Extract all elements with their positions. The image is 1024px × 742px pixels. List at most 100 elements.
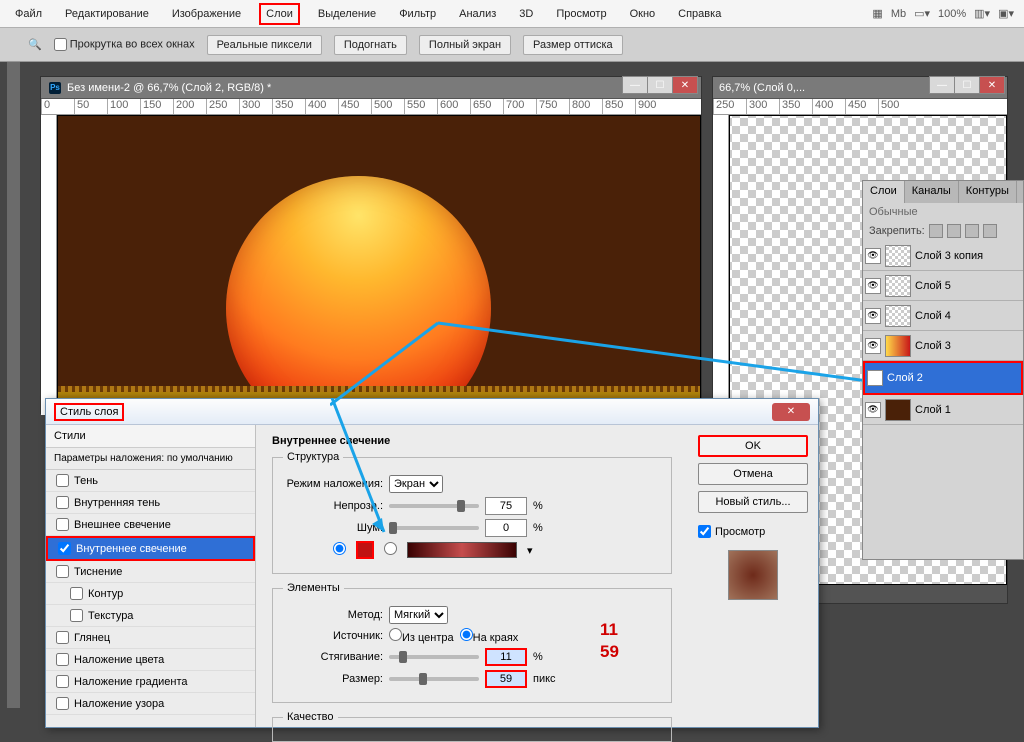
choke-value[interactable]: 11 <box>485 648 527 666</box>
glow-color-swatch[interactable] <box>356 541 374 559</box>
dialog-titlebar[interactable]: Стиль слоя ✕ <box>46 399 818 425</box>
maximize-icon[interactable]: ☐ <box>647 76 673 94</box>
menu-file[interactable]: Файл <box>10 5 47 23</box>
preview-checkbox[interactable] <box>698 525 711 538</box>
layer-thumbnail[interactable] <box>885 245 911 267</box>
layer-row[interactable]: 👁Слой 1 <box>863 395 1023 425</box>
layer-thumbnail[interactable] <box>885 305 911 327</box>
visibility-icon[interactable]: 👁 <box>867 370 883 386</box>
toolbar-icon[interactable]: ▣▾ <box>998 7 1014 20</box>
layer-name: Слой 3 копия <box>915 250 983 262</box>
menu-edit[interactable]: Редактирование <box>60 5 154 23</box>
layer-name: Слой 2 <box>887 372 923 384</box>
style-gradient-overlay[interactable]: Наложение градиента <box>46 671 255 693</box>
defaults-header[interactable]: Параметры наложения: по умолчанию <box>46 448 255 470</box>
scroll-all-windows[interactable]: Прокрутка во всех окнах <box>54 38 195 51</box>
layer-row-selected[interactable]: 👁 Слой 2 <box>863 361 1023 395</box>
toolbar-icon[interactable]: ▥▾ <box>974 7 990 20</box>
visibility-icon[interactable]: 👁 <box>865 278 881 294</box>
style-inner-glow[interactable]: Внутреннее свечение <box>46 536 255 561</box>
print-size-button[interactable]: Размер оттиска <box>523 35 623 55</box>
minimize-icon[interactable]: — <box>929 76 955 94</box>
lock-position-icon[interactable] <box>965 224 979 238</box>
zoom-level[interactable]: 100% <box>938 8 966 20</box>
size-value[interactable]: 59 <box>485 670 527 688</box>
document-title: 66,7% (Слой 0,... <box>719 82 805 94</box>
layer-row[interactable]: 👁Слой 3 <box>863 331 1023 361</box>
menu-window[interactable]: Окно <box>625 5 661 23</box>
fit-screen-button[interactable]: Подогнать <box>334 35 407 55</box>
tab-channels[interactable]: Каналы <box>905 181 959 203</box>
full-screen-button[interactable]: Полный экран <box>419 35 511 55</box>
style-bevel[interactable]: Тиснение <box>46 561 255 583</box>
choke-slider[interactable] <box>389 655 479 659</box>
toolbox-strip[interactable] <box>7 28 20 708</box>
tab-layers[interactable]: Слои <box>863 181 905 203</box>
glow-gradient[interactable] <box>407 542 517 558</box>
blend-mode-select[interactable]: Обычные <box>869 206 918 218</box>
canvas[interactable] <box>57 115 701 415</box>
menu-layers[interactable]: Слои <box>259 3 300 25</box>
actual-pixels-button[interactable]: Реальные пиксели <box>207 35 322 55</box>
style-satin[interactable]: Глянец <box>46 627 255 649</box>
lock-pixels-icon[interactable] <box>947 224 961 238</box>
cancel-button[interactable]: Отмена <box>698 463 808 485</box>
lock-transparency-icon[interactable] <box>929 224 943 238</box>
noise-value[interactable]: 0 <box>485 519 527 537</box>
close-icon[interactable]: ✕ <box>979 76 1005 94</box>
style-contour[interactable]: Контур <box>46 583 255 605</box>
ok-button[interactable]: OK <box>698 435 808 457</box>
style-pattern-overlay[interactable]: Наложение узора <box>46 693 255 715</box>
style-drop-shadow[interactable]: Тень <box>46 470 255 492</box>
noise-slider[interactable] <box>389 526 479 530</box>
style-inner-shadow[interactable]: Внутренняя тень <box>46 492 255 514</box>
inner-glow-title: Внутреннее свечение <box>272 435 672 447</box>
menu-view[interactable]: Просмотр <box>551 5 611 23</box>
method-select[interactable]: Мягкий <box>389 606 448 624</box>
document-titlebar[interactable]: 66,7% (Слой 0,... — ☐ ✕ <box>713 77 1007 99</box>
close-icon[interactable]: ✕ <box>772 403 810 421</box>
toolbar-icon[interactable]: ▭▾ <box>914 7 930 20</box>
visibility-icon[interactable]: 👁 <box>865 248 881 264</box>
menu-3d[interactable]: 3D <box>514 5 538 23</box>
opacity-value[interactable]: 75 <box>485 497 527 515</box>
style-color-overlay[interactable]: Наложение цвета <box>46 649 255 671</box>
opacity-slider[interactable] <box>389 504 479 508</box>
style-texture[interactable]: Текстура <box>46 605 255 627</box>
layer-row[interactable]: 👁Слой 5 <box>863 271 1023 301</box>
minimize-icon[interactable]: — <box>622 76 648 94</box>
toolbar-icon[interactable]: Mb <box>891 8 906 20</box>
tab-paths[interactable]: Контуры <box>959 181 1017 203</box>
gradient-radio[interactable] <box>384 542 397 558</box>
lock-all-icon[interactable] <box>983 224 997 238</box>
menu-select[interactable]: Выделение <box>313 5 381 23</box>
style-outer-glow[interactable]: Внешнее свечение <box>46 514 255 536</box>
layer-thumbnail[interactable] <box>885 335 911 357</box>
visibility-icon[interactable]: 👁 <box>865 308 881 324</box>
preview-label: Просмотр <box>715 526 765 538</box>
maximize-icon[interactable]: ☐ <box>954 76 980 94</box>
new-style-button[interactable]: Новый стиль... <box>698 491 808 513</box>
menu-analysis[interactable]: Анализ <box>454 5 501 23</box>
visibility-icon[interactable]: 👁 <box>865 402 881 418</box>
toolbar-icon[interactable]: ▦ <box>872 7 882 20</box>
menu-image[interactable]: Изображение <box>167 5 246 23</box>
layer-row[interactable]: 👁 Слой 3 копия <box>863 241 1023 271</box>
styles-header[interactable]: Стили <box>46 425 255 448</box>
elements-legend: Элементы <box>283 582 344 594</box>
visibility-icon[interactable]: 👁 <box>865 338 881 354</box>
menu-help[interactable]: Справка <box>673 5 726 23</box>
menu-filter[interactable]: Фильтр <box>394 5 441 23</box>
source-edge-radio[interactable]: На краях <box>460 628 519 644</box>
layer-thumbnail[interactable] <box>885 399 911 421</box>
document-titlebar[interactable]: Ps Без имени-2 @ 66,7% (Слой 2, RGB/8) *… <box>41 77 701 99</box>
close-icon[interactable]: ✕ <box>672 76 698 94</box>
source-center-radio[interactable]: Из центра <box>389 628 454 644</box>
blend-mode-select[interactable]: Экран <box>389 475 443 493</box>
layer-thumbnail[interactable] <box>885 275 911 297</box>
size-slider[interactable] <box>389 677 479 681</box>
color-radio[interactable] <box>333 542 346 558</box>
dropdown-icon[interactable]: ▾ <box>527 544 533 557</box>
tool-preset-icon[interactable]: 🔍 <box>28 38 42 51</box>
layer-row[interactable]: 👁Слой 4 <box>863 301 1023 331</box>
